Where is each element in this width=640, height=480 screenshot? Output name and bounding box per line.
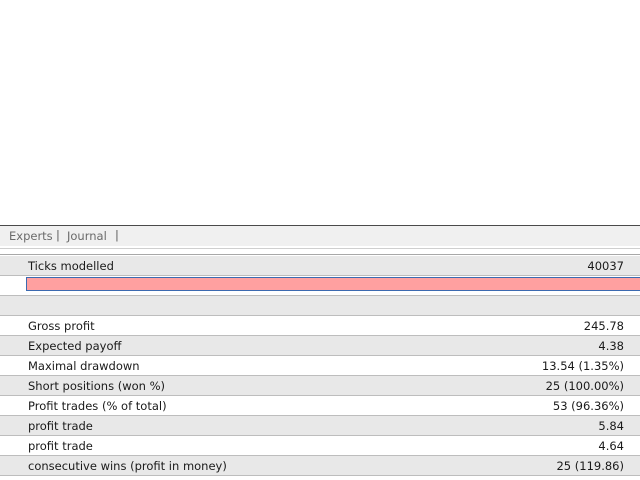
stat-value: 25 (100.00%) bbox=[545, 379, 624, 393]
stat-value: 13.54 (1.35%) bbox=[541, 359, 624, 373]
stat-row: Expected payoff 4.38 bbox=[0, 336, 640, 356]
stat-row: consecutive wins (profit in money) 25 (1… bbox=[0, 456, 640, 476]
stat-label: profit trade bbox=[28, 439, 93, 453]
divider bbox=[0, 248, 640, 249]
stat-value: 4.38 bbox=[598, 339, 624, 353]
stat-label: Short positions (won %) bbox=[28, 379, 166, 393]
tab-journal[interactable]: Journal bbox=[67, 229, 107, 243]
stat-value: 53 (96.36%) bbox=[552, 399, 624, 413]
chart-area bbox=[0, 0, 640, 226]
stat-value: 4.64 bbox=[598, 439, 624, 453]
stat-row: profit trade 5.84 bbox=[0, 416, 640, 436]
stat-value: 25 (119.86) bbox=[556, 459, 624, 473]
stat-label: Maximal drawdown bbox=[28, 359, 140, 373]
ticks-modelled-value: 40037 bbox=[587, 259, 624, 273]
stat-row: Short positions (won %) 25 (100.00%) bbox=[0, 376, 640, 396]
stat-label: Gross profit bbox=[28, 319, 95, 333]
stat-row: profit trade 4.64 bbox=[0, 436, 640, 456]
modelling-quality-bar bbox=[26, 277, 640, 291]
stat-label: profit trade bbox=[28, 419, 93, 433]
tab-bar: Experts | Journal | bbox=[0, 226, 640, 246]
tab-separator: | bbox=[115, 228, 119, 242]
tab-separator: | bbox=[56, 228, 60, 242]
stat-label: Expected payoff bbox=[28, 339, 122, 353]
stat-value: 245.78 bbox=[583, 319, 624, 333]
stat-row: Maximal drawdown 13.54 (1.35%) bbox=[0, 356, 640, 376]
stat-row: Gross profit 245.78 bbox=[0, 316, 640, 336]
stat-label: consecutive wins (profit in money) bbox=[28, 459, 227, 473]
ticks-modelled-row: Ticks modelled 40037 bbox=[0, 256, 640, 276]
stat-value: 5.84 bbox=[598, 419, 624, 433]
stat-row: Profit trades (% of total) 53 (96.36%) bbox=[0, 396, 640, 416]
empty-row bbox=[0, 296, 640, 316]
divider bbox=[0, 254, 640, 255]
stat-label: Profit trades (% of total) bbox=[28, 399, 167, 413]
tab-experts[interactable]: Experts bbox=[9, 229, 53, 243]
ticks-modelled-label: Ticks modelled bbox=[28, 259, 114, 273]
